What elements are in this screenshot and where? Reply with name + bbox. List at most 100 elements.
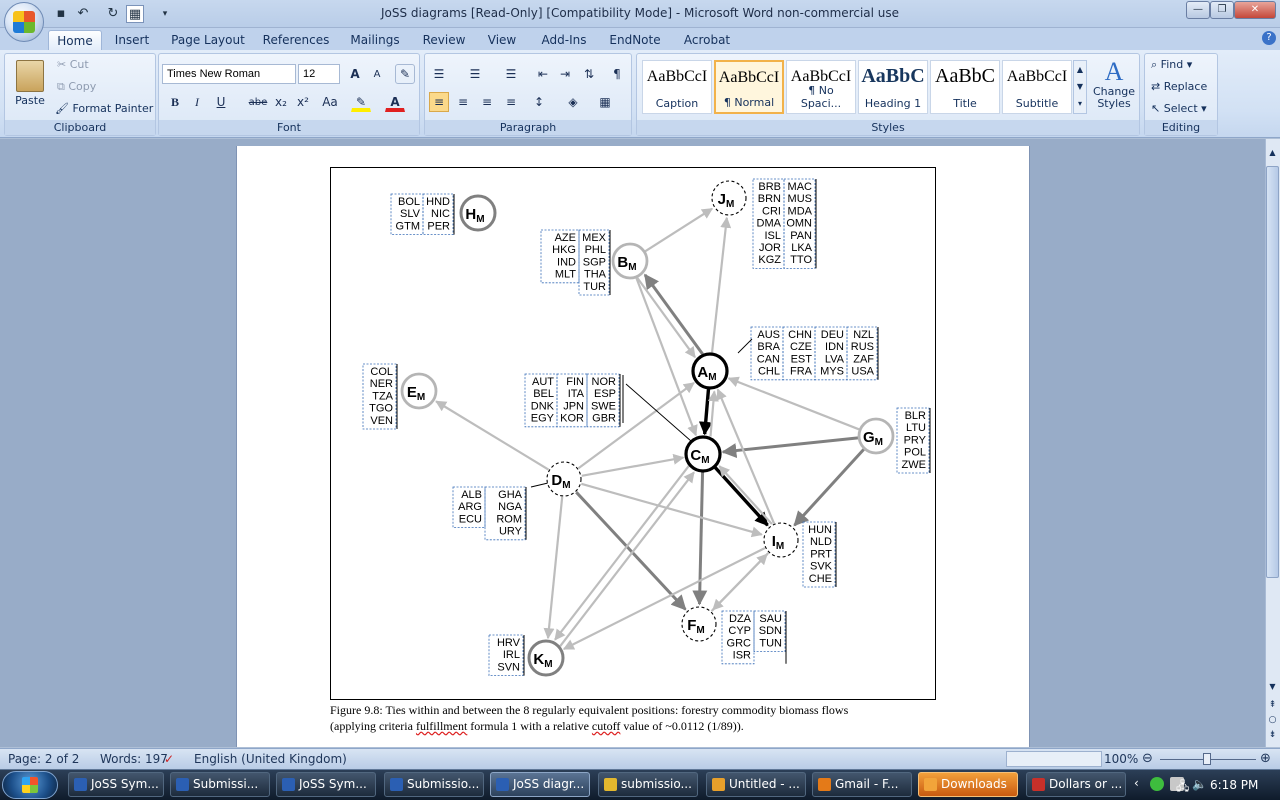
taskbar-item[interactable]: JoSS Sym... [276, 772, 376, 797]
numbering-icon[interactable]: ☰ [465, 64, 485, 84]
taskbar-item[interactable]: Submissio... [384, 772, 484, 797]
close-button[interactable]: ✕ [1234, 1, 1276, 19]
align-center-icon[interactable]: ≡ [453, 92, 473, 112]
strikethrough-button[interactable]: abe [247, 92, 269, 112]
tab-references[interactable]: References [260, 30, 332, 50]
font-name-combo[interactable]: Times New Roman [162, 64, 296, 84]
line-spacing-icon[interactable]: ↕ [529, 92, 549, 112]
align-right-icon[interactable]: ≡ [477, 92, 497, 112]
style-title[interactable]: AaBbC Title [930, 60, 1000, 114]
help-icon[interactable]: ? [1262, 31, 1276, 45]
highlight-icon[interactable]: ✎ [351, 92, 371, 112]
bullets-icon[interactable]: ☰ [429, 64, 449, 84]
taskbar-item[interactable]: Dollars or ... [1026, 772, 1126, 797]
network-icon[interactable]: 🖧 [1176, 777, 1189, 798]
taskbar-item[interactable]: Gmail - F... [812, 772, 912, 797]
taskbar-item[interactable]: submissio... [598, 772, 698, 797]
shrink-font-button[interactable]: A [367, 64, 387, 84]
decrease-indent-icon[interactable]: ⇤ [533, 64, 553, 84]
next-page-icon[interactable]: ⇟ [1266, 730, 1279, 744]
zoom-out-icon[interactable]: ⊖ [1142, 749, 1153, 769]
change-styles-button[interactable]: A Change Styles [1092, 58, 1136, 116]
increase-indent-icon[interactable]: ⇥ [555, 64, 575, 84]
tab-endnote[interactable]: EndNote [604, 30, 666, 50]
italic-button[interactable]: I [187, 92, 207, 112]
taskbar-item[interactable]: JoSS diagr... [490, 772, 590, 797]
scroll-up-icon[interactable]: ▲ [1266, 148, 1279, 162]
format-painter-button[interactable]: 🖌 Format Painter [55, 100, 153, 118]
bold-button[interactable]: B [165, 92, 185, 112]
styles-scroll[interactable]: ▲ ▼ ▾ [1073, 60, 1087, 114]
tray-shield-icon[interactable] [1150, 777, 1164, 791]
copy-button[interactable]: ⧉ Copy [57, 78, 96, 96]
country-code: BRB [758, 181, 781, 193]
minimize-button[interactable]: — [1186, 1, 1210, 19]
tab-page-layout[interactable]: Page Layout [168, 30, 248, 50]
tab-add-ins[interactable]: Add-Ins [536, 30, 592, 50]
justify-icon[interactable]: ≡ [501, 92, 521, 112]
office-button[interactable] [4, 2, 44, 42]
superscript-button[interactable]: x² [293, 92, 313, 112]
style-heading-1[interactable]: AaBbC Heading 1 [858, 60, 928, 114]
underline-button[interactable]: U [211, 92, 231, 112]
zoom-in-icon[interactable]: ⊕ [1260, 749, 1271, 769]
align-left-icon[interactable]: ≡ [429, 92, 449, 112]
clock[interactable]: 6:18 PM [1210, 778, 1258, 792]
maximize-button[interactable]: ❐ [1210, 1, 1234, 19]
shading-icon[interactable]: ◈ [563, 92, 583, 112]
change-case-button[interactable]: Aa [317, 92, 343, 112]
zoom-slider-thumb[interactable] [1203, 753, 1211, 765]
start-button[interactable] [2, 771, 58, 799]
country-code: KGZ [758, 254, 781, 266]
taskbar-item[interactable]: Submissi... [170, 772, 270, 797]
replace-button[interactable]: ⇄ Replace [1151, 78, 1207, 96]
view-buttons[interactable] [1006, 751, 1102, 767]
style-no-spacing[interactable]: AaBbCcI ¶ No Spaci... [786, 60, 856, 114]
font-size-combo[interactable]: 12 [298, 64, 340, 84]
undo-icon[interactable]: ↶ [74, 5, 92, 23]
scroll-down-icon[interactable]: ▼ [1266, 682, 1279, 696]
tab-insert[interactable]: Insert [110, 30, 154, 50]
style-subtitle[interactable]: AaBbCcI Subtitle [1002, 60, 1072, 114]
cut-button[interactable]: ✂ Cut [57, 56, 89, 74]
tab-review[interactable]: Review [418, 30, 470, 50]
country-code: DEU [821, 329, 844, 341]
clear-format-icon[interactable]: ✎ [395, 64, 415, 84]
subscript-button[interactable]: x₂ [271, 92, 291, 112]
select-button[interactable]: ↖ Select ▾ [1151, 100, 1207, 118]
redo-icon[interactable]: ↻ [104, 5, 122, 23]
tab-view[interactable]: View [482, 30, 522, 50]
save-icon[interactable]: ▪ [52, 5, 70, 23]
country-code: SVK [810, 561, 833, 573]
word-count[interactable]: Words: 197 [100, 749, 168, 769]
customize-icon[interactable]: ▾ [156, 5, 174, 23]
country-code: PRT [810, 548, 832, 560]
prev-page-icon[interactable]: ⇞ [1266, 700, 1279, 714]
language[interactable]: English (United Kingdom) [194, 749, 347, 769]
tab-acrobat[interactable]: Acrobat [678, 30, 736, 50]
show-marks-icon[interactable]: ¶ [607, 64, 627, 84]
taskbar-item[interactable]: Untitled - ... [706, 772, 806, 797]
taskbar-item[interactable]: Downloads [918, 772, 1018, 797]
style-normal[interactable]: AaBbCcI ¶ Normal [714, 60, 784, 114]
scroll-thumb[interactable] [1266, 166, 1279, 578]
taskbar-item[interactable]: JoSS Sym... [68, 772, 164, 797]
volume-icon[interactable]: 🔈 [1192, 777, 1207, 791]
sort-icon[interactable]: ⇅ [579, 64, 599, 84]
tab-mailings[interactable]: Mailings [344, 30, 406, 50]
style-caption[interactable]: AaBbCcI Caption [642, 60, 712, 114]
grow-font-button[interactable]: A [345, 64, 365, 84]
find-button[interactable]: ⌕ Find ▾ [1151, 56, 1192, 74]
multilevel-list-icon[interactable]: ☰ [501, 64, 521, 84]
select-browse-object-icon[interactable]: ○ [1266, 715, 1279, 729]
tray-expand-icon[interactable]: ‹ [1134, 776, 1139, 790]
tab-home[interactable]: Home [48, 30, 102, 50]
proofing-icon[interactable]: ✓ [164, 749, 174, 769]
borders-icon[interactable]: ▦ [595, 92, 615, 112]
table-icon[interactable]: ▦ [126, 5, 144, 23]
page-count[interactable]: Page: 2 of 2 [8, 749, 79, 769]
zoom-level[interactable]: 100% [1104, 749, 1138, 769]
paste-button[interactable]: Paste [9, 58, 51, 118]
network-diagram: BOLSLVGTMHNDNICPERAZEHKGINDMLTMEXPHLSGPT… [362, 178, 931, 677]
font-color-icon[interactable]: A [385, 92, 405, 112]
